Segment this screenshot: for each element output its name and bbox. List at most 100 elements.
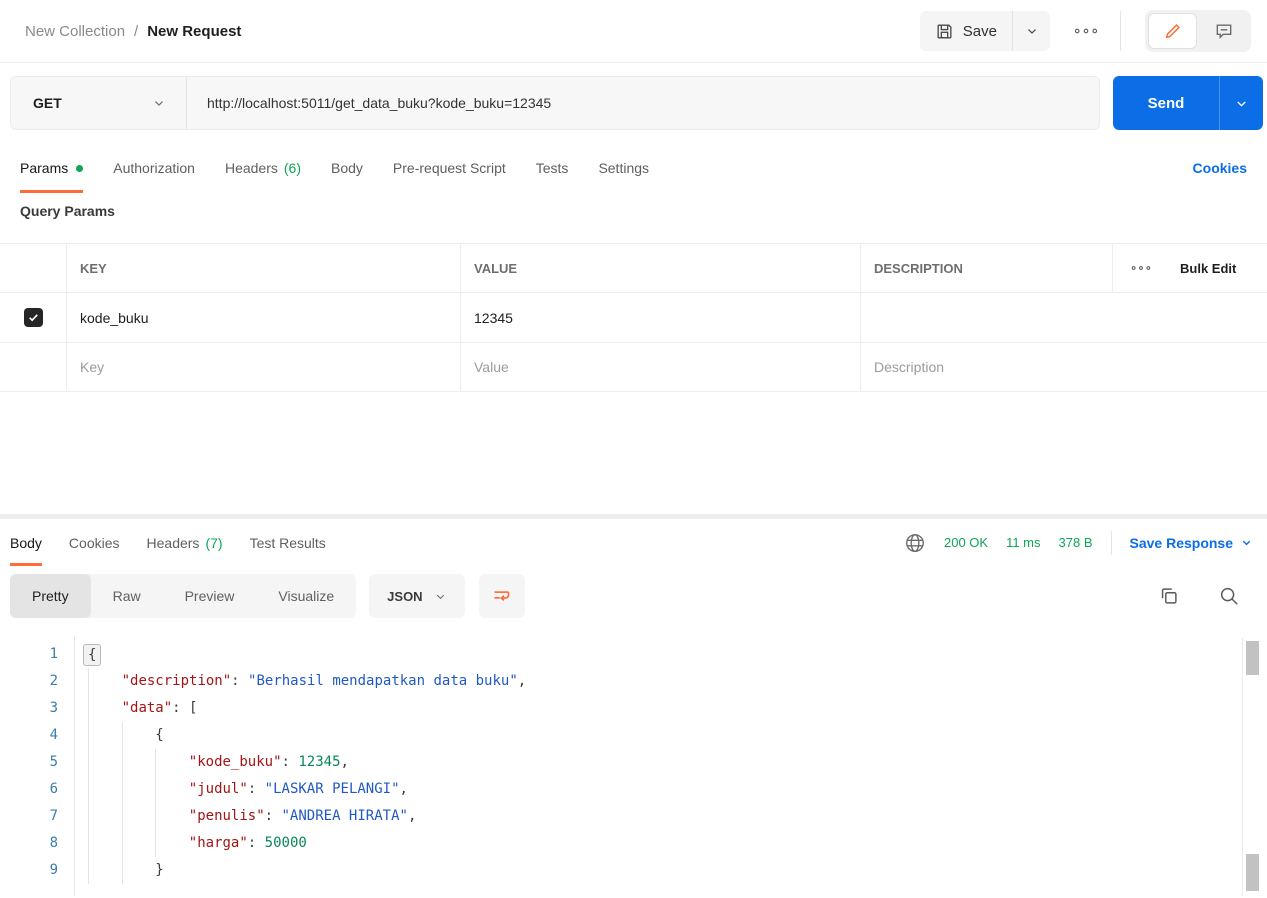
param-key-cell[interactable]: kode_buku: [66, 293, 460, 342]
globe-icon[interactable]: [904, 532, 926, 554]
tab-pretty[interactable]: Pretty: [10, 574, 91, 618]
code-line: 7 "penulis": "ANDREA HIRATA",: [0, 803, 1267, 830]
token-punc: :: [264, 808, 282, 824]
wrap-lines-button[interactable]: [478, 574, 525, 618]
param-key-placeholder[interactable]: Key: [66, 343, 460, 391]
response-meta: 200 OK 11 ms 378 B Save Response: [904, 519, 1253, 566]
search-button[interactable]: [1218, 585, 1240, 607]
indent-guide: [88, 695, 122, 722]
tab-authorization[interactable]: Authorization: [113, 143, 195, 193]
tab-body[interactable]: Body: [331, 143, 363, 193]
cookies-link[interactable]: Cookies: [1193, 160, 1247, 176]
indent-guide: [88, 749, 122, 776]
copy-button[interactable]: [1158, 585, 1180, 607]
param-description-placeholder[interactable]: Description: [860, 343, 1267, 391]
send-options-button[interactable]: [1219, 76, 1263, 130]
param-description-cell[interactable]: [860, 293, 1267, 342]
comment-icon: [1214, 21, 1234, 41]
scrollbar-thumb[interactable]: [1246, 641, 1259, 675]
save-response-button[interactable]: Save Response: [1130, 535, 1254, 551]
tab-visualize[interactable]: Visualize: [256, 574, 356, 618]
more-options-button[interactable]: [1068, 20, 1104, 42]
save-icon: [935, 22, 954, 41]
tab-label: Raw: [112, 588, 141, 604]
meta-divider: [1110, 530, 1112, 555]
gutter-divider: [74, 636, 75, 896]
token-str: "Berhasil mendapatkan data buku": [248, 673, 518, 689]
format-select[interactable]: JSON: [369, 574, 465, 618]
method-label: GET: [33, 95, 62, 111]
save-options-button[interactable]: [1012, 11, 1050, 51]
indent-guide: [88, 857, 122, 884]
param-value-placeholder[interactable]: Value: [460, 343, 860, 391]
status-badge[interactable]: 200 OK: [944, 535, 988, 550]
chevron-down-icon: [1234, 96, 1249, 111]
method-select[interactable]: GET: [11, 77, 187, 129]
tab-pre-request-script[interactable]: Pre-request Script: [393, 143, 506, 193]
format-label: JSON: [387, 588, 423, 604]
tab-preview[interactable]: Preview: [163, 574, 257, 618]
comments-button[interactable]: [1199, 13, 1248, 49]
tab-raw[interactable]: Raw: [91, 574, 163, 618]
bulk-edit-button[interactable]: Bulk Edit: [1168, 244, 1267, 292]
token-key: "harga": [188, 835, 248, 851]
response-size[interactable]: 378 B: [1059, 535, 1093, 550]
tab-headers[interactable]: Headers (7): [147, 519, 223, 566]
table-placeholder-row: Key Value Description: [0, 343, 1267, 392]
send-button-group: Send: [1113, 76, 1263, 130]
line-content: "kode_buku": 12345,: [88, 749, 349, 776]
scrollbar-thumb[interactable]: [1246, 854, 1259, 891]
row-checkbox-checked[interactable]: [23, 308, 43, 327]
request-pane-spacer: [0, 392, 1267, 514]
chevron-down-icon: [434, 590, 447, 603]
tab-settings[interactable]: Settings: [598, 143, 649, 193]
tab-label: Headers: [146, 534, 200, 551]
token-num: 12345: [298, 754, 341, 770]
save-button[interactable]: Save: [920, 11, 1012, 51]
code-editor[interactable]: 1{2 "description": "Berhasil mendapatkan …: [0, 628, 1267, 896]
table-more-options-button[interactable]: [1112, 244, 1168, 292]
line-content: }: [88, 857, 164, 884]
indent-guide: [155, 803, 189, 830]
line-content: "data": [: [88, 695, 197, 722]
table-row: kode_buku 12345: [0, 293, 1267, 343]
tab-cookies[interactable]: Cookies: [69, 519, 120, 566]
token-num: 50000: [264, 835, 307, 851]
url-text: http://localhost:5011/get_data_buku?kode…: [207, 95, 552, 111]
indent-guide: [88, 776, 122, 803]
breadcrumb-collection[interactable]: New Collection: [25, 23, 125, 40]
column-header-value: VALUE: [460, 244, 860, 292]
line-number: 6: [49, 781, 58, 797]
save-button-label: Save: [962, 22, 997, 40]
url-input[interactable]: http://localhost:5011/get_data_buku?kode…: [187, 95, 571, 111]
indent-guide: [155, 776, 189, 803]
response-tabs-row: Body Cookies Headers (7) Test Results 200 OK…: [0, 519, 1267, 566]
param-value-cell[interactable]: 12345: [460, 293, 860, 342]
copy-icon: [1158, 585, 1180, 607]
tab-test-results[interactable]: Test Results: [250, 519, 326, 566]
tab-params[interactable]: Params: [20, 143, 84, 193]
send-button[interactable]: Send: [1113, 76, 1219, 130]
indent-guide: [88, 722, 122, 749]
tab-body[interactable]: Body: [10, 519, 42, 566]
tab-label: Visualize: [278, 588, 335, 604]
ellipsis-icon: [1074, 26, 1098, 36]
tab-headers[interactable]: Headers (6): [225, 143, 301, 193]
line-content: {: [88, 722, 164, 749]
indent-guide: [121, 830, 156, 857]
response-time[interactable]: 11 ms: [1006, 535, 1040, 550]
code-line: 4{: [0, 722, 1267, 749]
tab-label: Body: [331, 160, 363, 176]
edit-request-button[interactable]: [1148, 13, 1197, 49]
token-punc: ,: [407, 808, 417, 824]
tab-label: Tests: [535, 160, 569, 176]
tab-label: Settings: [598, 160, 650, 176]
line-content: "judul": "LASKAR PELANGI",: [88, 776, 408, 803]
tab-tests[interactable]: Tests: [536, 143, 569, 193]
save-button-group: Save: [919, 11, 1050, 51]
request-tabs-row: Params Authorization Headers (6) Body Pre-req…: [0, 143, 1267, 193]
chevron-down-icon: [1240, 536, 1253, 549]
ellipsis-icon: [1131, 264, 1151, 272]
tab-label: Headers: [224, 160, 278, 176]
modified-dot: [76, 164, 84, 172]
